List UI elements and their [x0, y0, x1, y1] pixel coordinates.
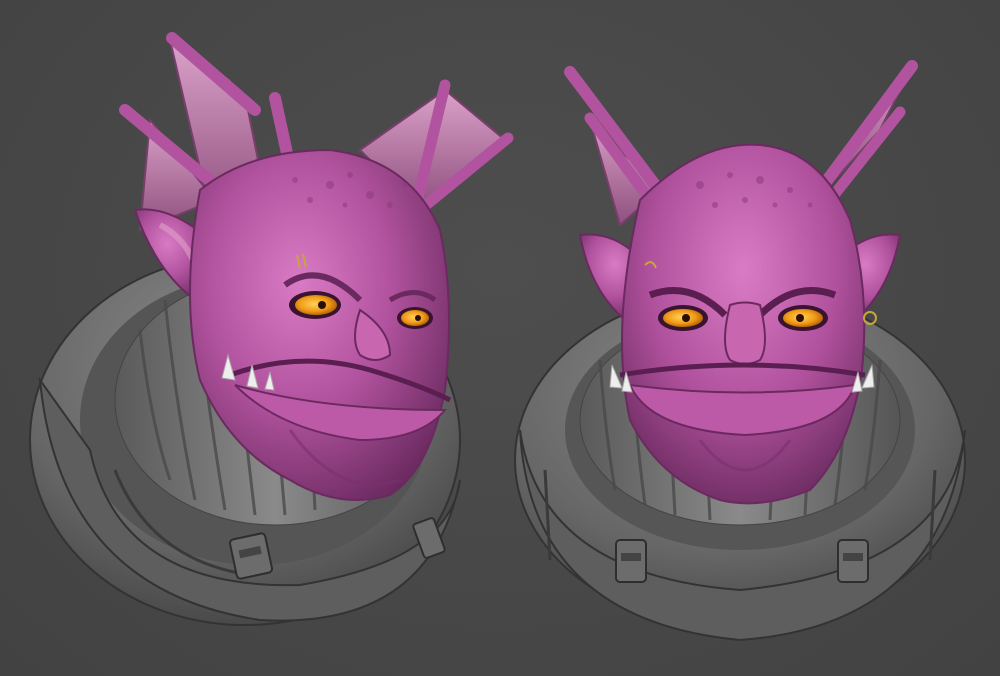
- eye-right-2: [778, 305, 828, 331]
- sculpt-render: [29, 32, 966, 642]
- eye-left-2: [397, 307, 433, 329]
- eye-left-1: [289, 291, 341, 319]
- latch-right-1: [615, 539, 647, 583]
- eye-right-1: [658, 305, 708, 331]
- latch-left-1: [228, 532, 274, 580]
- latch-right-2: [837, 539, 869, 583]
- render-canvas: [0, 0, 1000, 676]
- front-view: [514, 60, 966, 642]
- three-quarter-view: [29, 32, 514, 626]
